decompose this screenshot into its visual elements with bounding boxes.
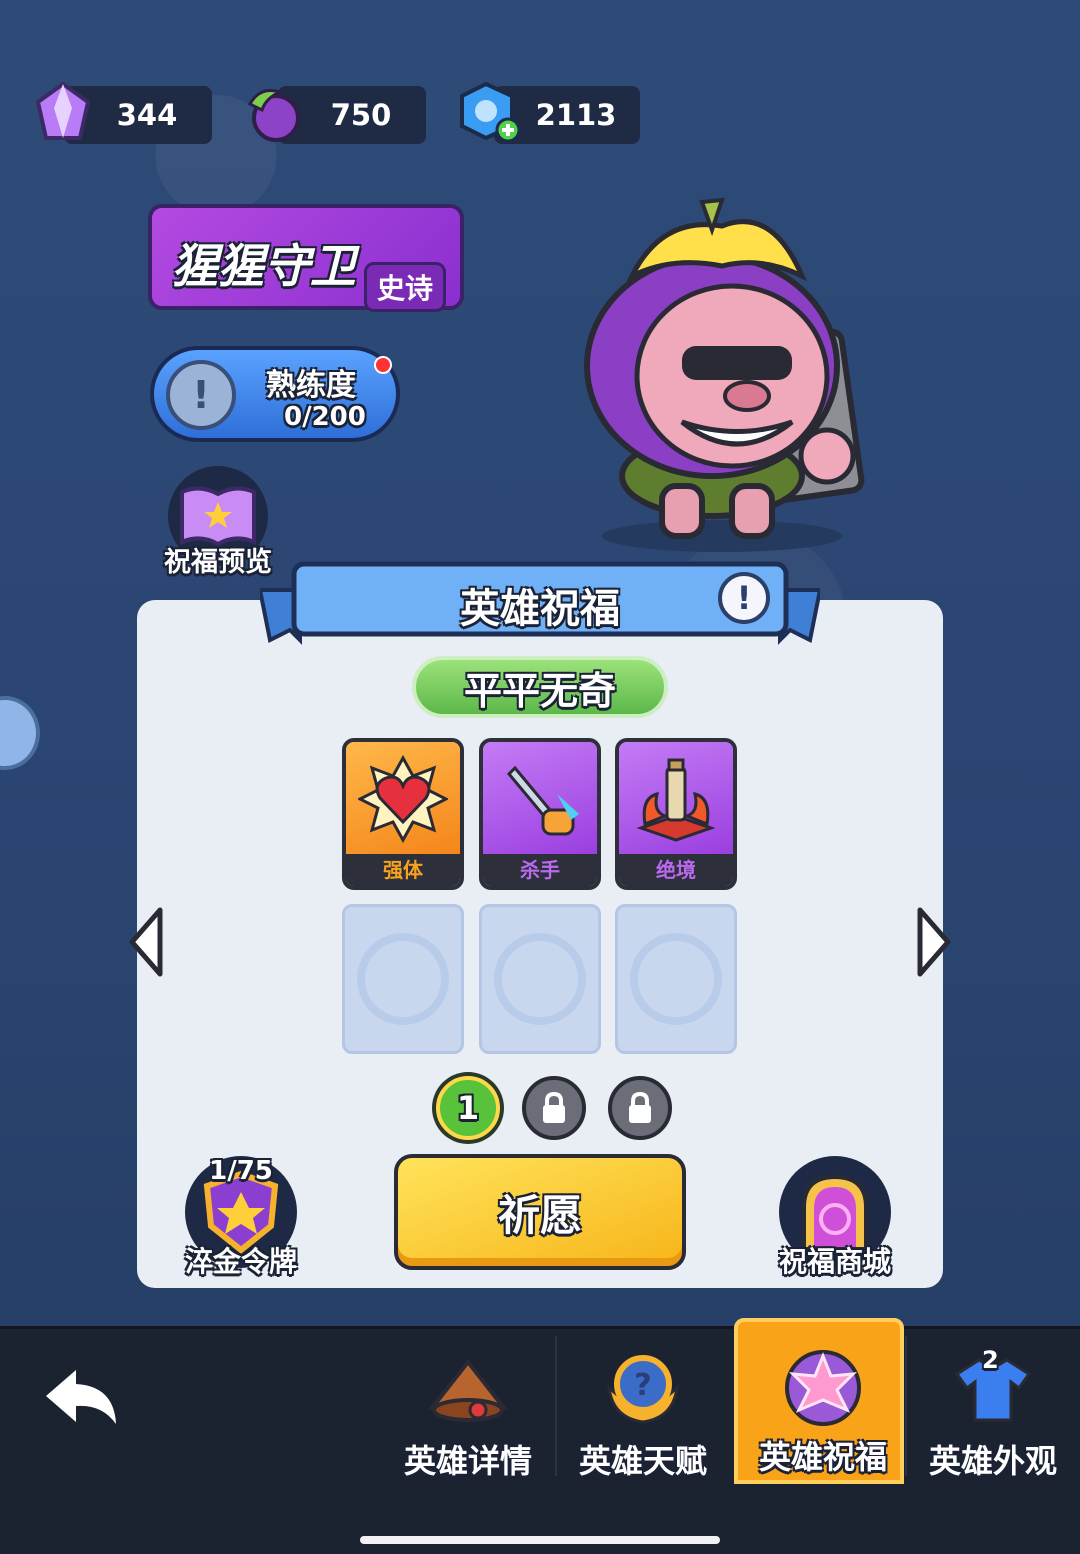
next-arrow-icon[interactable] (914, 906, 954, 978)
prev-arrow-icon[interactable] (126, 906, 166, 978)
flame-pillar-icon (619, 742, 733, 856)
mastery-button[interactable]: ! 熟练度 0/200 (150, 346, 400, 442)
talent-medal-icon: ? (607, 1355, 679, 1424)
home-indicator[interactable] (360, 1536, 720, 1544)
blessing-card[interactable]: 绝境 (615, 738, 737, 890)
gold-token-button[interactable]: 1/75 淬金令牌 (176, 1156, 306, 1280)
tab-label: 英雄详情 (403, 1442, 532, 1480)
gorilla-guard-hero-image (584, 197, 865, 552)
purple-crystal-icon (35, 81, 91, 140)
quality-badge: 平平无奇 (412, 656, 668, 718)
pray-button[interactable]: 祈愿 (394, 1154, 686, 1270)
hero-name: 猩猩守卫 (172, 239, 356, 293)
hero-name-plate: 猩猩守卫 史诗 (148, 204, 464, 312)
tab-hero-blessing[interactable]: 英雄祝福 (734, 1318, 904, 1484)
purple-seed-icon (247, 89, 300, 142)
empty-slot (342, 904, 464, 1054)
mastery-value: 0/200 (284, 402, 366, 432)
panel-title: 英雄祝福 (460, 586, 620, 632)
blessing-shop-button[interactable]: 祝福商城 (770, 1156, 900, 1280)
shop-label: 祝福商城 (778, 1245, 891, 1278)
empty-slot (479, 904, 601, 1054)
tab-hero-appearance[interactable]: 2 英雄外观 (908, 1326, 1078, 1484)
mastery-label: 熟练度 (266, 368, 356, 403)
heart-burst-icon (346, 742, 460, 856)
blessing-star-icon (785, 1350, 861, 1426)
blessing-card[interactable]: 强体 (342, 738, 464, 890)
token-count: 1/75 (209, 1156, 273, 1186)
info-icon[interactable]: ! (718, 572, 770, 624)
shield-icon: ! (166, 360, 236, 430)
blessing-card[interactable]: 杀手 (479, 738, 601, 890)
lock-icon (543, 1091, 565, 1123)
nav-divider (555, 1336, 557, 1476)
back-arrow-icon[interactable] (40, 1362, 124, 1434)
flame-emblem-icon (357, 933, 449, 1025)
empty-slot (615, 904, 737, 1054)
token-label: 淬金令牌 (184, 1245, 297, 1278)
flame-emblem-icon (494, 933, 586, 1025)
nav-footer (0, 1490, 1080, 1554)
card-label: 杀手 (483, 854, 597, 886)
flame-emblem-icon (630, 933, 722, 1025)
lock-icon (629, 1091, 651, 1123)
tab-hero-details[interactable]: 英雄详情 (383, 1326, 553, 1484)
page-1-button[interactable]: 1 (436, 1076, 500, 1140)
tab-hero-talent[interactable]: ? 英雄天赋 (558, 1326, 728, 1484)
page-2-locked-button[interactable] (522, 1076, 586, 1140)
blue-energy-add-icon[interactable] (456, 80, 522, 146)
rarity-badge: 史诗 (363, 262, 446, 312)
svg-text:?: ? (634, 1368, 651, 1403)
page-3-locked-button[interactable] (608, 1076, 672, 1140)
card-label: 绝境 (619, 854, 733, 886)
sword-fist-icon (483, 742, 597, 856)
appearance-badge: 2 (982, 1346, 999, 1374)
tab-label: 英雄天赋 (578, 1442, 707, 1480)
side-menu-tab[interactable] (0, 696, 40, 770)
tab-label: 英雄祝福 (758, 1438, 887, 1476)
card-label: 强体 (346, 854, 460, 886)
hero-hat-icon (428, 1358, 508, 1422)
notification-dot (374, 356, 392, 374)
tab-label: 英雄外观 (928, 1442, 1057, 1480)
